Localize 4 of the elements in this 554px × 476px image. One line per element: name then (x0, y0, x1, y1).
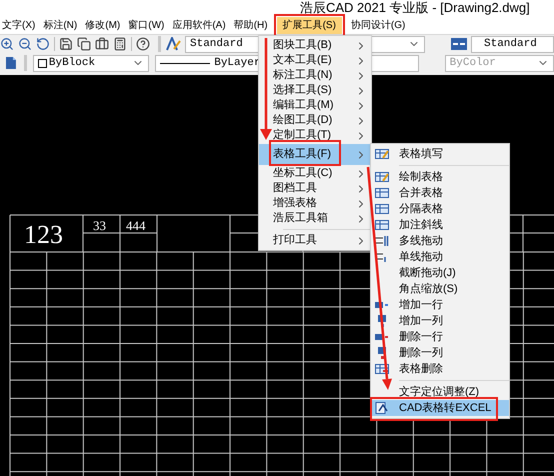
table-text: 33 (93, 218, 106, 233)
window-title: 浩辰CAD 2021 专业版 - [Drawing2.dwg] (300, 0, 530, 18)
table-text: 444 (126, 218, 146, 233)
table-text: 123 (24, 220, 63, 249)
